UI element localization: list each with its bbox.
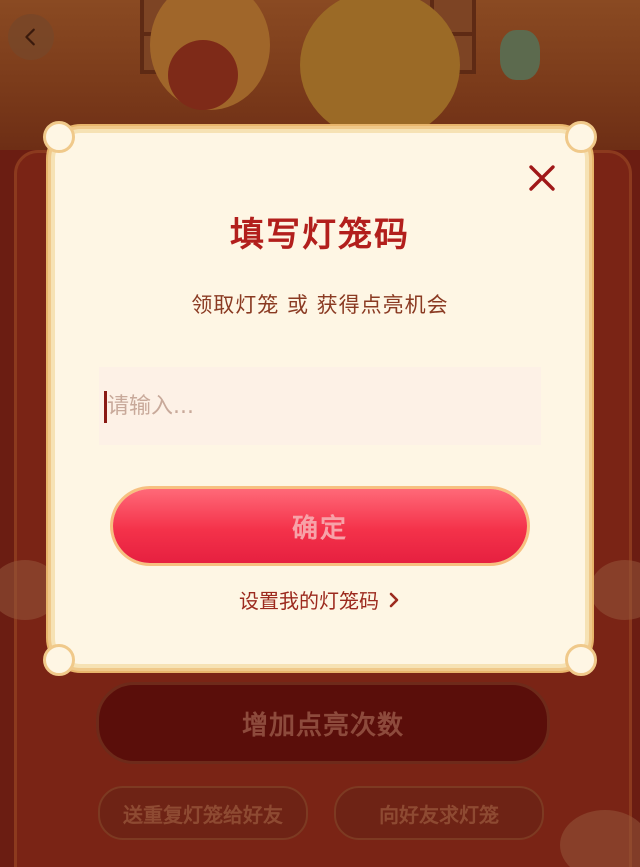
lantern-code-input[interactable] bbox=[105, 367, 537, 445]
chevron-right-icon bbox=[389, 592, 399, 607]
send-duplicate-lanterns-button: 送重复灯笼给好友 bbox=[98, 786, 308, 840]
set-code-link-label: 设置我的灯笼码 bbox=[239, 589, 379, 613]
dialog-corner-ornament bbox=[43, 121, 75, 153]
scene-ornament bbox=[500, 30, 540, 80]
confirm-button[interactable]: 确定 bbox=[113, 489, 527, 563]
text-cursor bbox=[104, 391, 107, 423]
scene-illustration bbox=[0, 0, 640, 150]
character-right bbox=[300, 0, 460, 140]
dialog-corner-ornament bbox=[565, 644, 597, 676]
dialog-subtitle: 领取灯笼 或 获得点亮机会 bbox=[191, 293, 449, 317]
lantern-code-field bbox=[99, 367, 541, 445]
close-button[interactable] bbox=[525, 161, 559, 195]
dialog-corner-ornament bbox=[565, 121, 597, 153]
add-light-count-button: 增加点亮次数 bbox=[96, 682, 550, 764]
character-scarf bbox=[168, 40, 238, 110]
chevron-left-icon bbox=[25, 28, 35, 46]
lantern-code-dialog: 填写灯笼码 领取灯笼 或 获得点亮机会 确定 设置我的灯笼码 bbox=[43, 121, 597, 676]
dialog-title: 填写灯笼码 bbox=[230, 215, 410, 255]
close-icon bbox=[529, 165, 555, 191]
dialog-corner-ornament bbox=[43, 644, 75, 676]
set-my-lantern-code-link[interactable]: 设置我的灯笼码 bbox=[55, 585, 585, 614]
back-button[interactable] bbox=[8, 14, 54, 60]
ask-friend-lantern-button: 向好友求灯笼 bbox=[334, 786, 544, 840]
